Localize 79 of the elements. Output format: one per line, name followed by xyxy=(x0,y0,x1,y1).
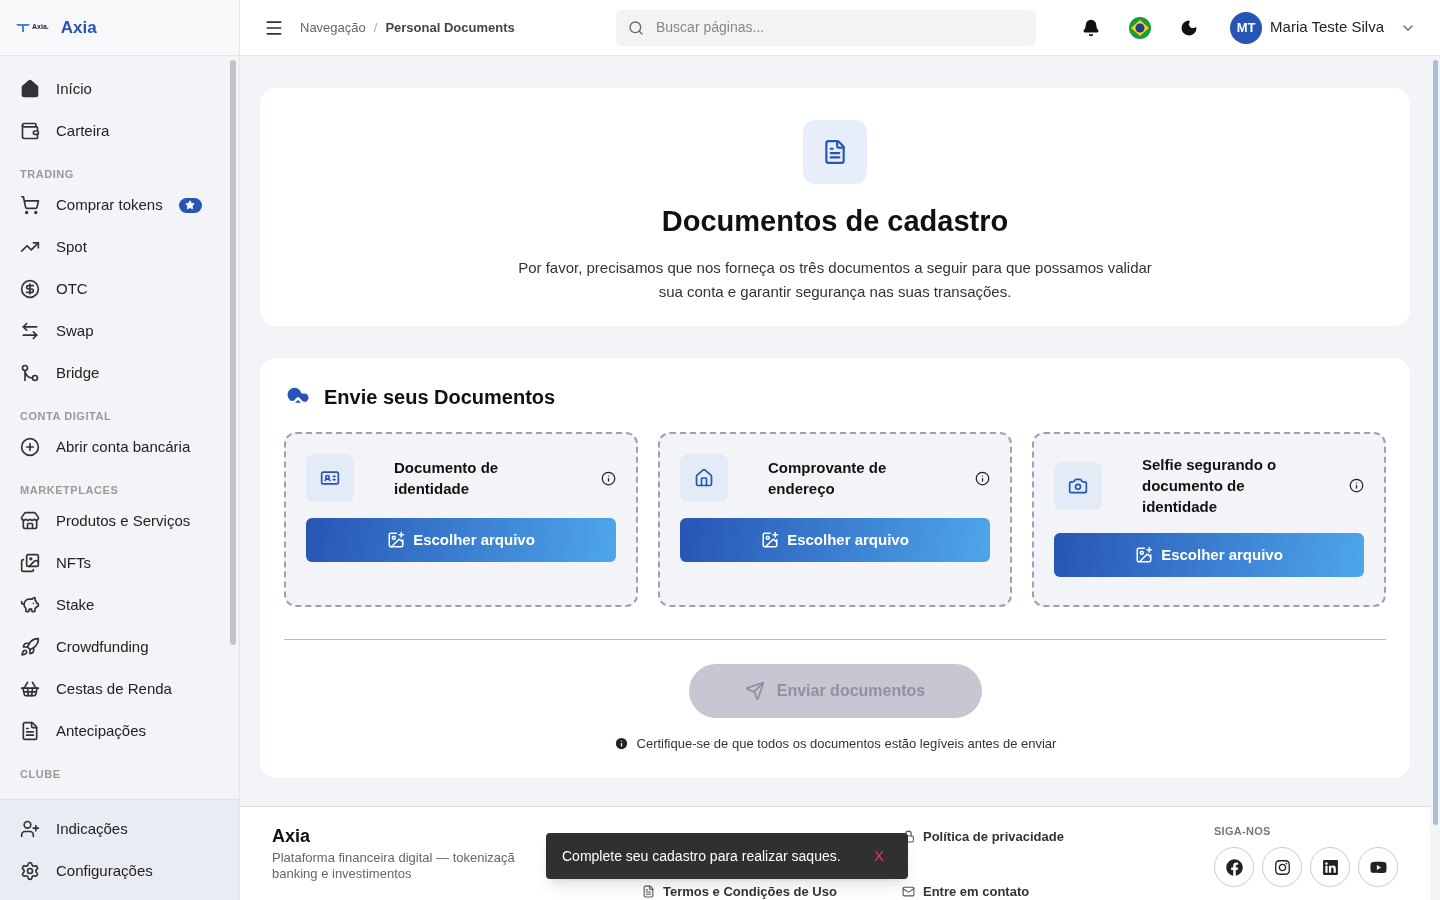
search-field[interactable]: Buscar páginas... xyxy=(616,9,1036,46)
document-label: Comprovante de endereço xyxy=(768,458,888,499)
footer-brand: Axia xyxy=(272,824,312,848)
send-icon xyxy=(744,681,765,701)
wallet-icon xyxy=(20,121,40,141)
page-title: Documentos de cadastro xyxy=(661,204,1009,239)
document-icon xyxy=(822,139,848,165)
instagram-icon xyxy=(1273,858,1291,876)
add-image-icon xyxy=(387,531,406,549)
user-menu[interactable]: MT Maria Teste Silva xyxy=(1230,11,1416,44)
section-title: CONTA DIGITAL xyxy=(19,408,113,424)
rocket-icon xyxy=(20,637,40,657)
sidebar-item[interactable]: Bridge xyxy=(0,352,222,394)
info-icon[interactable] xyxy=(601,470,616,486)
sidebar-item[interactable]: Cestas de Renda xyxy=(0,668,222,710)
footer-link[interactable]: Termos e Condições de Uso xyxy=(592,882,902,900)
user-name: Maria Teste Silva xyxy=(1270,17,1384,38)
id-badge-icon xyxy=(320,468,340,488)
section-title: CLUBE xyxy=(19,766,62,782)
facebook-icon xyxy=(1225,858,1243,876)
sidebar-item[interactable]: Stake xyxy=(0,584,222,626)
social-title: SIGA-NOS xyxy=(1214,823,1272,839)
section-title: TRADING xyxy=(19,166,75,182)
breadcrumb-separator: / xyxy=(373,18,378,37)
star-badge xyxy=(178,197,202,213)
section-title: MARKETPLACES xyxy=(19,482,120,498)
note-text: Certifique-se de que todos os documentos estão legíveis antes de enviar xyxy=(636,735,1057,753)
sidebar-item[interactable]: Antecipações xyxy=(0,710,222,752)
plus-circle-icon xyxy=(20,437,40,457)
search-icon xyxy=(628,19,644,36)
user-avatar: MT xyxy=(1230,11,1263,44)
footer-description: banking e investimentos xyxy=(272,865,413,882)
document-icon xyxy=(642,885,655,899)
section-heading: Envie seus Documentos xyxy=(324,385,556,410)
swap-arrows-icon xyxy=(20,321,40,341)
mail-icon xyxy=(902,885,915,899)
sidebar-item[interactable]: OTC xyxy=(0,268,222,310)
sidebar-item[interactable]: Início xyxy=(0,68,222,110)
brand-name: Axia xyxy=(60,16,97,39)
sidebar-item[interactable]: Abrir conta bancária xyxy=(0,426,222,468)
sidebar-item[interactable]: Carteira xyxy=(0,110,222,152)
sidebar-item[interactable]: Produtos e Serviços xyxy=(0,500,222,542)
document-label: Selfie segurando o documento de identidade xyxy=(1142,455,1278,517)
toast-message: Complete seu cadastro para realizar saques. xyxy=(562,846,842,866)
choose-file-button[interactable]: Escolher arquivo xyxy=(680,518,990,562)
piggy-bank-icon xyxy=(20,595,40,615)
breadcrumb-item: Personal Documents xyxy=(385,18,515,37)
store-icon xyxy=(20,511,40,531)
home-icon xyxy=(20,79,40,99)
info-icon[interactable] xyxy=(975,470,990,486)
settings-icon xyxy=(20,861,40,881)
linkedin-icon xyxy=(1321,858,1339,876)
add-image-icon xyxy=(761,531,780,549)
sidebar-item[interactable]: NFTs xyxy=(0,542,222,584)
home-icon xyxy=(694,468,714,488)
choose-file-button[interactable]: Escolher arquivo xyxy=(306,518,616,562)
brazil-flag-icon[interactable] xyxy=(1128,15,1153,40)
document-label: Documento de identidade xyxy=(394,458,500,499)
basket-icon xyxy=(20,679,40,699)
info-icon xyxy=(613,736,629,752)
sidebar-item[interactable]: Crowdfunding xyxy=(0,626,222,668)
intro-text: Por favor, precisamos que nos forneça os três documentos a seguir para que possamos validar sua conta e garantir segurança nas suas transações. xyxy=(517,257,1153,302)
info-icon[interactable] xyxy=(1349,478,1364,493)
breadcrumb-item[interactable]: Navegação xyxy=(300,17,366,38)
choose-file-button[interactable]: Escolher arquivo xyxy=(1054,533,1364,577)
sidebar-item[interactable]: Swap xyxy=(0,310,222,352)
sidebar-item[interactable]: Spot xyxy=(0,226,222,268)
search-input[interactable]: Buscar páginas... xyxy=(656,17,1024,38)
footer-link[interactable]: Entre em contato xyxy=(902,882,1212,900)
notification-bell-icon[interactable] xyxy=(1082,18,1101,37)
sidebar-item[interactable]: Comprar tokens xyxy=(0,184,222,226)
sidebar-item[interactable]: Indicações xyxy=(0,808,239,850)
user-plus-icon xyxy=(20,819,40,839)
scrollbar[interactable] xyxy=(230,60,236,645)
images-icon xyxy=(20,553,40,573)
cart-icon xyxy=(20,195,40,215)
add-image-icon xyxy=(1135,546,1154,564)
sidebar-item[interactable]: Configurações xyxy=(0,850,239,892)
dark-mode-icon[interactable] xyxy=(1180,18,1199,37)
